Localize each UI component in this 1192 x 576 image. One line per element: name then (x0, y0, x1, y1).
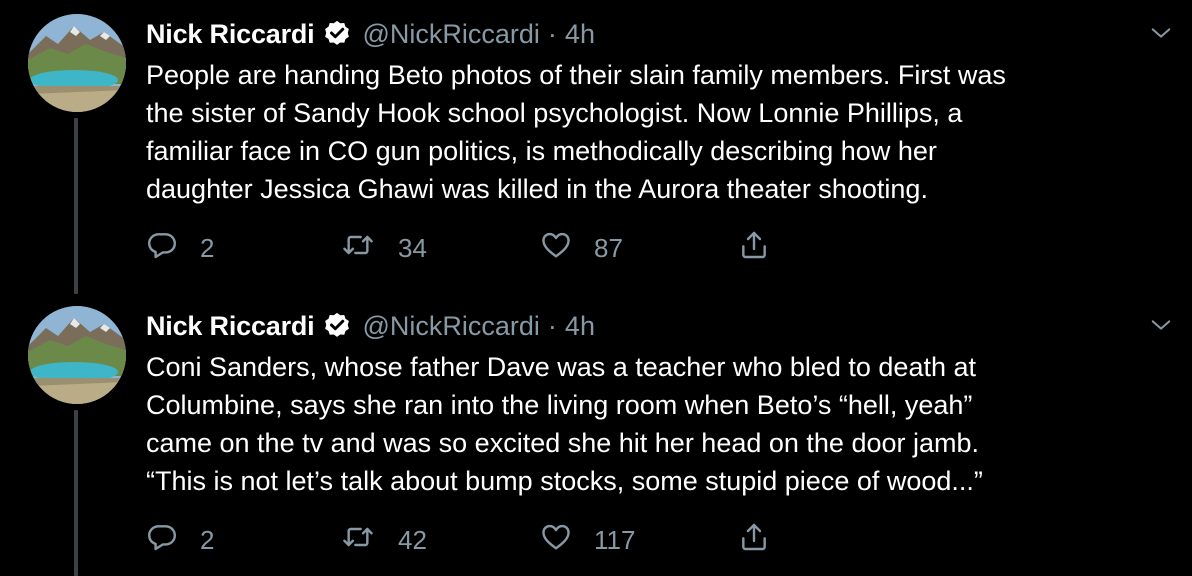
tweet-text-line: familiar face in CO gun politics, is met… (146, 136, 937, 166)
avatar-landscape-image (28, 306, 126, 404)
heart-icon (540, 521, 572, 560)
author-handle[interactable]: @NickRiccardi (362, 19, 539, 50)
tweet-text: People are handing Beto photos of their … (146, 56, 1146, 208)
retweet-icon (342, 521, 374, 560)
tweet-header: Nick Riccardi @NickRiccardi · 4h (146, 14, 595, 54)
reply-count: 2 (200, 524, 215, 555)
tweet-text-line: Columbine, says she ran into the living … (146, 390, 973, 420)
tweet-actions: 2 34 87 (146, 226, 846, 270)
author-name[interactable]: Nick Riccardi (146, 19, 315, 50)
tweet-text-line: daughter Jessica Ghawi was killed in the… (146, 174, 928, 204)
tweet[interactable]: Nick Riccardi @NickRiccardi · 4h People … (0, 0, 1192, 294)
author-handle[interactable]: @NickRiccardi (362, 311, 539, 342)
chevron-down-icon[interactable] (1150, 314, 1172, 336)
tweet-text: Coni Sanders, whose father Dave was a te… (146, 348, 1146, 500)
tweet-text-line: “This is not let’s talk about bump stock… (146, 466, 983, 496)
like-count: 117 (594, 524, 636, 555)
share-icon (738, 229, 770, 268)
tweet-timestamp[interactable]: 4h (565, 19, 595, 50)
reply-icon (146, 229, 178, 268)
share-icon (738, 521, 770, 560)
tweet-header: Nick Riccardi @NickRiccardi · 4h (146, 306, 595, 346)
tweet-text-line: came on the tv and was so excited she hi… (146, 428, 980, 458)
avatar[interactable] (28, 14, 126, 112)
share-button[interactable] (738, 226, 770, 270)
retweet-button[interactable]: 42 (342, 518, 427, 562)
retweet-button[interactable]: 34 (342, 226, 427, 270)
heart-icon (540, 229, 572, 268)
reply-icon (146, 521, 178, 560)
like-count: 87 (594, 232, 623, 263)
like-button[interactable]: 117 (540, 518, 635, 562)
author-name[interactable]: Nick Riccardi (146, 311, 315, 342)
tweet-text-line: People are handing Beto photos of their … (146, 60, 1006, 90)
verified-badge-icon (322, 19, 352, 49)
retweet-icon (342, 229, 374, 268)
separator-dot: · (547, 18, 557, 49)
tweet[interactable]: Nick Riccardi @NickRiccardi · 4h Coni Sa… (0, 292, 1192, 576)
like-button[interactable]: 87 (540, 226, 623, 270)
avatar-landscape-image (28, 14, 126, 112)
retweet-count: 42 (398, 524, 427, 555)
tweet-text-line: the sister of Sandy Hook school psycholo… (146, 98, 963, 128)
reply-button[interactable]: 2 (146, 226, 214, 270)
retweet-count: 34 (398, 232, 427, 263)
thread-connector-line (74, 410, 78, 576)
tweet-actions: 2 42 117 (146, 518, 846, 562)
thread-connector-line (74, 118, 78, 294)
avatar[interactable] (28, 306, 126, 404)
reply-count: 2 (200, 232, 215, 263)
tweet-text-line: Coni Sanders, whose father Dave was a te… (146, 352, 976, 382)
verified-badge-icon (322, 311, 352, 341)
tweet-timestamp[interactable]: 4h (565, 311, 595, 342)
chevron-down-icon[interactable] (1150, 22, 1172, 44)
separator-dot: · (547, 310, 557, 341)
share-button[interactable] (738, 518, 770, 562)
reply-button[interactable]: 2 (146, 518, 214, 562)
